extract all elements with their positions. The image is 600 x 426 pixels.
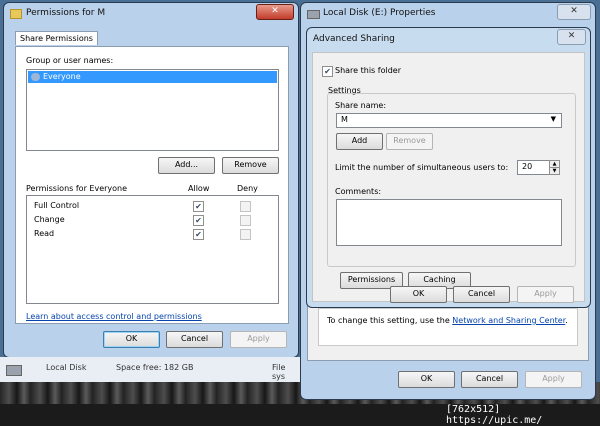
explorer-details-bar: Local Disk Space free: 182 GB File sys [0, 357, 300, 382]
deny-checkbox[interactable] [240, 229, 251, 240]
deny-header: Deny [237, 184, 258, 193]
drive-name: Local Disk [46, 363, 87, 372]
allow-checkbox[interactable]: ✔ [193, 229, 204, 240]
file-system: File sys [272, 363, 286, 381]
window-title: Permissions for M [26, 8, 106, 18]
chevron-down-icon: ▼ [550, 115, 556, 123]
apply-button[interactable]: Apply [517, 286, 574, 303]
ok-button[interactable]: OK [390, 286, 447, 303]
info-line: To change this setting, use the Network … [327, 316, 568, 325]
allow-checkbox[interactable]: ✔ [193, 215, 204, 226]
tab-share-permissions[interactable]: Share Permissions [15, 31, 98, 45]
network-center-link[interactable]: Network and Sharing Center [452, 316, 565, 325]
add-button[interactable]: Add [336, 133, 383, 150]
dialog-title: Advanced Sharing [313, 34, 395, 44]
cancel-button[interactable]: Cancel [461, 371, 518, 388]
allow-header: Allow [188, 184, 210, 193]
deny-checkbox[interactable] [240, 201, 251, 212]
permissions-panel: Group or user names: Everyone Add... Rem… [15, 46, 289, 324]
user-name: Everyone [43, 72, 81, 81]
allow-checkbox[interactable]: ✔ [193, 201, 204, 212]
deny-checkbox[interactable] [240, 215, 251, 226]
cancel-button[interactable]: Cancel [166, 331, 223, 348]
folder-icon [10, 9, 22, 19]
limit-input[interactable]: 20 [517, 160, 550, 175]
info-text: To change this setting, use the [327, 316, 453, 325]
permissions-list: Full Control ✔ Change ✔ Read ✔ [26, 195, 279, 304]
limit-value: 20 [522, 162, 533, 171]
close-button[interactable]: ✕ [557, 29, 586, 45]
space-free: Space free: 182 GB [116, 363, 194, 372]
info-end: . [565, 316, 568, 325]
remove-button[interactable]: Remove [222, 157, 279, 174]
drive-icon [6, 365, 22, 376]
access-control-link[interactable]: Learn about access control and permissio… [26, 312, 202, 321]
perm-name: Change [34, 215, 65, 224]
remove-button[interactable]: Remove [386, 133, 433, 150]
properties-panel: To change this setting, use the Network … [307, 303, 589, 361]
spin-down-button[interactable]: ▼ [549, 167, 560, 175]
share-folder-checkbox[interactable]: ✔ [322, 66, 333, 77]
ok-button[interactable]: OK [398, 371, 455, 388]
permissions-label: Permissions for Everyone [26, 184, 128, 193]
close-button[interactable]: ✕ [557, 4, 591, 20]
limit-label: Limit the number of simultaneous users t… [335, 163, 509, 172]
settings-group: Share name: M ▼ Add Remove Limit the num… [327, 93, 576, 267]
advanced-sharing-panel: ✔ Share this folder Settings Share name:… [312, 52, 585, 302]
share-name-select[interactable]: M ▼ [336, 113, 562, 128]
drive-icon [307, 10, 320, 19]
advanced-sharing-dialog: Advanced Sharing ✕ ✔ Share this folder S… [306, 27, 591, 308]
users-label: Group or user names: [26, 56, 114, 65]
permissions-window: Permissions for M ✕ Share Permissions Gr… [3, 2, 299, 358]
close-button[interactable]: ✕ [256, 4, 294, 20]
watermark-text: [762x512] https://upic.me/ [446, 404, 543, 426]
add-button[interactable]: Add... [158, 157, 215, 174]
comments-label: Comments: [335, 187, 382, 196]
share-folder-label: Share this folder [335, 66, 401, 75]
share-name-label: Share name: [335, 101, 387, 110]
ok-button[interactable]: OK [103, 331, 160, 348]
perm-name: Read [34, 229, 55, 238]
share-name-value: M [341, 115, 348, 124]
cancel-button[interactable]: Cancel [453, 286, 510, 303]
window-title: Local Disk (E:) Properties [323, 8, 436, 18]
apply-button[interactable]: Apply [230, 331, 287, 348]
users-icon [31, 73, 40, 81]
info-box: To change this setting, use the Network … [318, 308, 578, 346]
apply-button[interactable]: Apply [525, 371, 582, 388]
users-list[interactable]: Everyone [26, 69, 279, 151]
list-item[interactable]: Everyone [28, 71, 277, 83]
perm-name: Full Control [34, 201, 80, 210]
comments-input[interactable] [336, 199, 562, 246]
